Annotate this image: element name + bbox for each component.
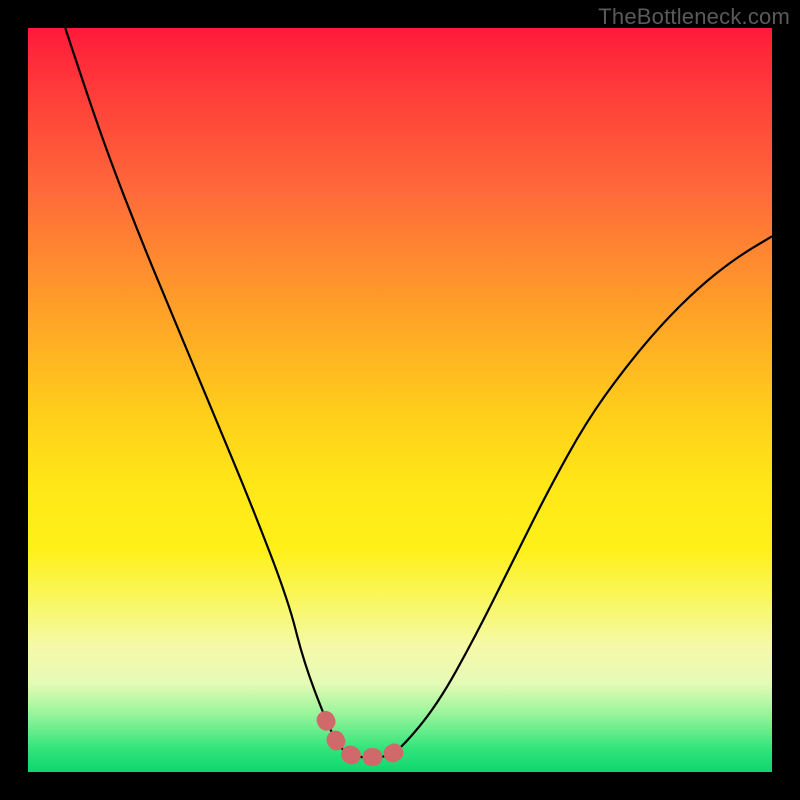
chart-plot-area: [28, 28, 772, 772]
optimal-region-marker: [326, 720, 400, 757]
bottleneck-curve: [65, 28, 772, 757]
watermark-text: TheBottleneck.com: [598, 4, 790, 30]
chart-svg: [28, 28, 772, 772]
chart-frame: TheBottleneck.com: [0, 0, 800, 800]
